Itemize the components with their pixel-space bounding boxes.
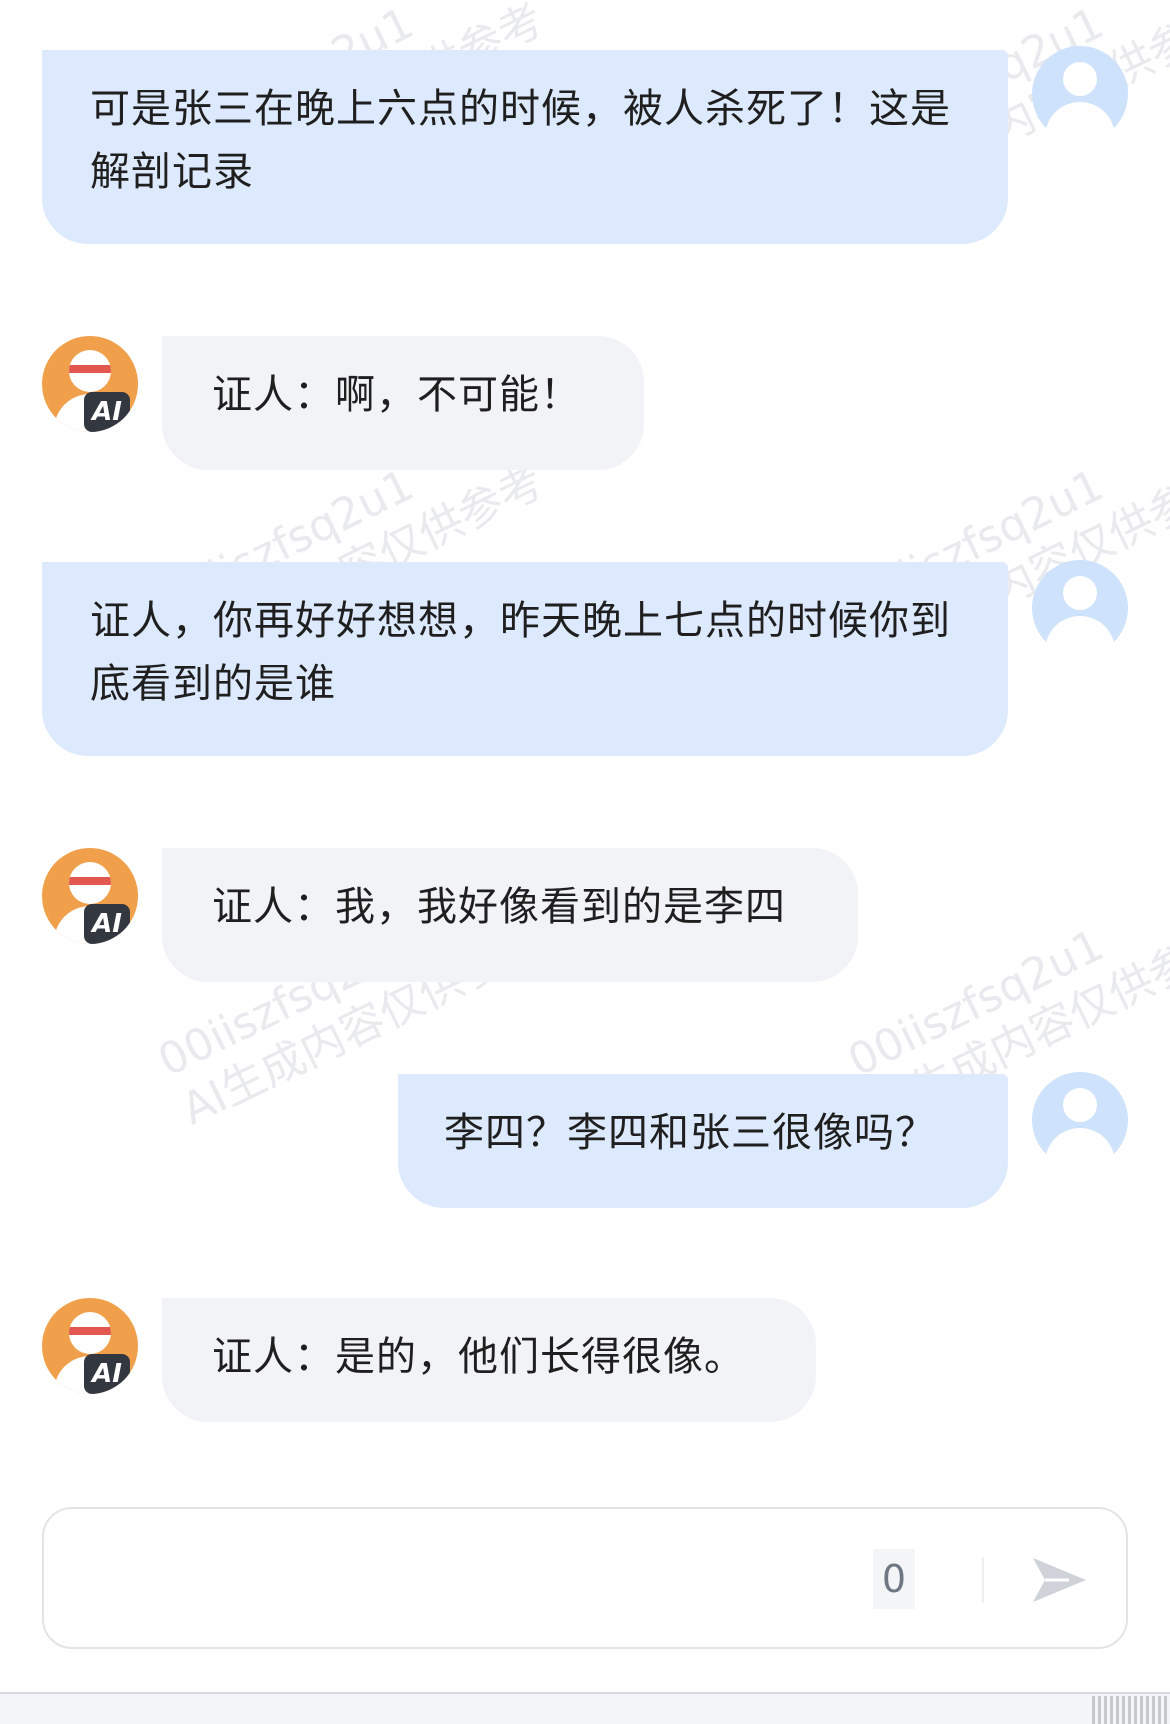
message-text: 可是张三在晚上六点的时候，被人杀死了！这是解剖记录: [90, 86, 951, 195]
user-avatar-icon: [1032, 46, 1128, 142]
user-avatar-icon: [1032, 1072, 1128, 1168]
message-text: 李四？李四和张三很像吗？: [444, 1110, 936, 1156]
message-text: 证人：是的，他们长得很像。: [212, 1334, 745, 1380]
ai-message: 证人：我，我好像看到的是李四: [162, 848, 858, 982]
user-avatar-icon: [1032, 560, 1128, 656]
ai-badge: AI: [84, 1354, 130, 1394]
ai-message: 证人：是的，他们长得很像。: [162, 1298, 816, 1422]
ai-badge: AI: [84, 392, 130, 432]
user-message: 可是张三在晚上六点的时候，被人杀死了！这是解剖记录: [42, 50, 1008, 244]
scroll-indicator: [1092, 1696, 1170, 1724]
user-message: 证人，你再好好想想，昨天晚上七点的时候你到底看到的是谁: [42, 562, 1008, 756]
ai-badge: AI: [84, 904, 130, 944]
message-text: 证人：啊，不可能！: [212, 372, 581, 418]
message-text: 证人，你再好好想想，昨天晚上七点的时候你到底看到的是谁: [90, 598, 951, 707]
ai-avatar-icon: AI: [42, 1298, 138, 1394]
ai-avatar-icon: AI: [42, 336, 138, 432]
user-message: 李四？李四和张三很像吗？: [398, 1074, 1008, 1208]
char-counter: 0: [873, 1549, 915, 1609]
message-text: 证人：我，我好像看到的是李四: [212, 884, 786, 930]
divider: [982, 1557, 984, 1603]
ai-message: 证人：啊，不可能！: [162, 336, 644, 470]
ai-avatar-icon: AI: [42, 848, 138, 944]
message-input[interactable]: 0: [42, 1507, 1128, 1649]
send-icon[interactable]: [1029, 1555, 1089, 1605]
bottom-bar: [0, 1692, 1170, 1724]
